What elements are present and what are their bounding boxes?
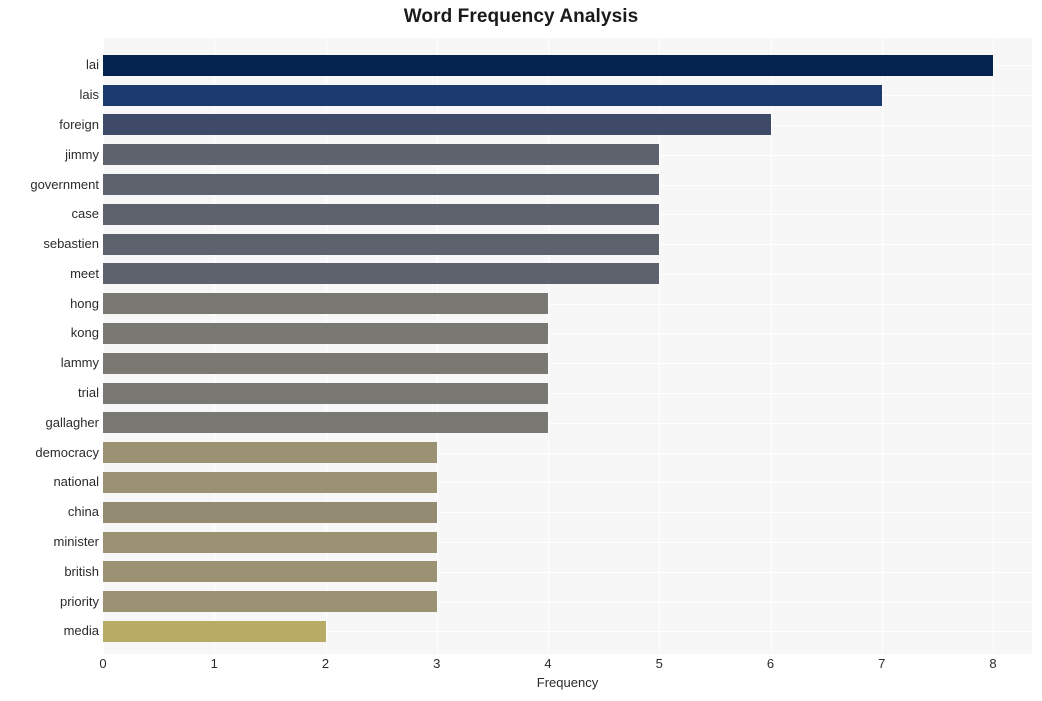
bar (103, 353, 549, 374)
x-axis-tick-label: 3 (433, 656, 441, 671)
gridline-vertical (881, 38, 883, 654)
bar (103, 234, 660, 255)
y-axis-tick-label: democracy (35, 445, 99, 460)
bar (103, 561, 437, 582)
bar (103, 442, 437, 463)
bar (103, 591, 437, 612)
y-axis-tick-label: trial (78, 385, 99, 400)
bar (103, 144, 660, 165)
bar (103, 293, 549, 314)
x-axis-tick-label: 4 (544, 656, 552, 671)
x-axis-tick-label: 0 (99, 656, 107, 671)
y-axis-tick-label: hong (70, 296, 99, 311)
y-axis-tick-label: government (30, 177, 99, 192)
x-axis-tick-label: 6 (766, 656, 775, 671)
x-axis-label: Frequency (536, 675, 599, 690)
bar (103, 383, 549, 404)
y-axis-tick-label: lammy (60, 355, 99, 370)
chart-figure: Word Frequency Analysis lai lais foreign ji… (0, 0, 1042, 701)
y-axis-tick-label: foreign (59, 117, 99, 132)
bar (103, 502, 437, 523)
x-axis-tick-label: 5 (655, 656, 663, 671)
bar (103, 174, 660, 195)
plot-area (103, 38, 1032, 654)
y-axis-tick-label: meet (70, 266, 99, 281)
bar (103, 472, 437, 493)
y-axis-tick-label: british (64, 564, 99, 579)
bar (103, 263, 660, 284)
x-axis-tick-label: 7 (878, 656, 886, 671)
bar (103, 532, 437, 553)
bar (103, 204, 660, 225)
y-axis-tick-labels: lai lais foreign jimmy government case sebasti… (0, 38, 99, 654)
y-axis-tick-label: china (67, 504, 99, 519)
gridline-vertical (993, 38, 995, 654)
x-axis-tick-label: 8 (989, 656, 997, 671)
y-axis-tick-label: national (53, 474, 99, 489)
y-axis-tick-label: jimmy (65, 147, 99, 162)
y-axis-tick-label: sebastien (43, 236, 99, 251)
x-axis-tick-label: 2 (321, 656, 330, 671)
y-axis-tick-label: minister (53, 534, 99, 549)
y-axis-tick-label: kong (70, 325, 99, 340)
y-axis-tick-label: case (71, 206, 99, 221)
y-axis-tick-label: lai (85, 57, 99, 72)
bar (103, 55, 994, 76)
bar (103, 323, 549, 344)
bar (103, 412, 549, 433)
x-axis-tick-labels: 0 1 2 3 4 5 6 7 8 (99, 656, 1032, 676)
bar (103, 85, 882, 106)
gridline-vertical (770, 38, 772, 654)
x-axis-tick-label: 1 (210, 656, 218, 671)
bar (103, 114, 771, 135)
y-axis-tick-label: lais (79, 87, 99, 102)
y-axis-tick-label: gallagher (45, 415, 100, 430)
y-axis-tick-label: priority (59, 594, 99, 609)
y-axis-tick-label: media (63, 623, 99, 638)
chart-title: Word Frequency Analysis (403, 6, 639, 27)
bar (103, 621, 326, 642)
